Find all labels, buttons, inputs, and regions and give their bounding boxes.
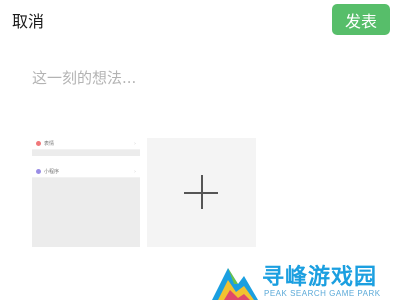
cancel-button[interactable]: 取消 xyxy=(12,8,44,32)
thumbnail-row: 小程序 › xyxy=(32,166,140,178)
thumbnail-screenshot-content: 表情 › xyxy=(32,138,140,166)
watermark-subtitle: PEAK SEARCH GAME PARK xyxy=(264,289,381,298)
watermark: 寻峰游戏园 PEAK SEARCH GAME PARK xyxy=(210,260,398,303)
thumbnail-row: 表情 › xyxy=(32,138,140,150)
thumbnail-row-label: 小程序 xyxy=(44,169,60,175)
peak-logo-icon xyxy=(212,268,258,300)
chevron-right-icon: › xyxy=(134,168,136,175)
publish-button[interactable]: 发表 xyxy=(332,4,390,35)
add-photo-button[interactable] xyxy=(147,138,256,247)
thumbnail-row-label: 表情 xyxy=(44,141,55,147)
post-text-input[interactable]: 这一刻的想法... xyxy=(32,67,372,88)
selected-photo-thumbnail[interactable]: 表情 › 小程序 › xyxy=(32,138,140,247)
mini-program-icon xyxy=(36,169,41,174)
chevron-right-icon: › xyxy=(134,140,136,147)
watermark-title: 寻峰游戏园 xyxy=(262,265,378,290)
emoji-icon xyxy=(36,141,41,146)
